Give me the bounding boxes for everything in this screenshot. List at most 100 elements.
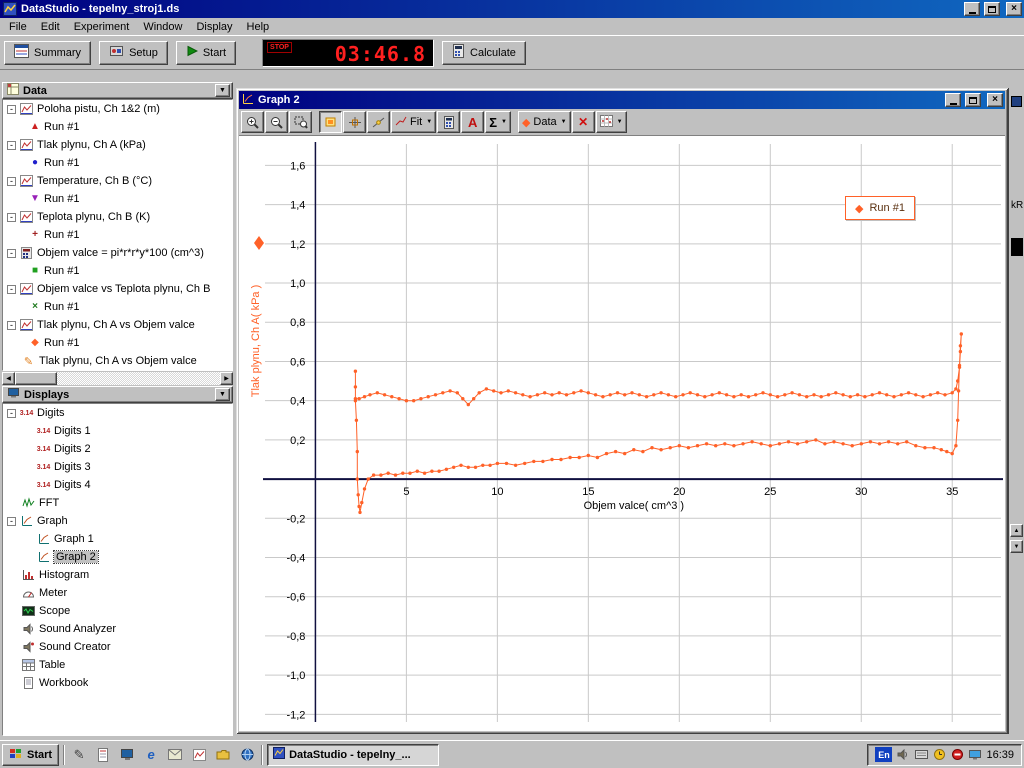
- start-menu-button[interactable]: Start: [2, 744, 59, 766]
- menu-help[interactable]: Help: [240, 19, 277, 35]
- quicklaunch-globe-icon[interactable]: [237, 745, 257, 765]
- display-item[interactable]: 3.14Digits 1: [3, 422, 232, 440]
- minimize-button[interactable]: [964, 2, 980, 16]
- data-highlight-button[interactable]: [319, 111, 342, 133]
- data-item[interactable]: ✎Tlak plynu, Ch A vs Objem valce: [3, 352, 232, 370]
- data-item[interactable]: -Tlak plynu, Ch A vs Objem valce: [3, 316, 232, 334]
- quicklaunch-pencil-icon[interactable]: ✎: [69, 745, 89, 765]
- tray-schedule-icon[interactable]: [932, 748, 946, 762]
- menu-edit[interactable]: Edit: [34, 19, 67, 35]
- run-item[interactable]: ×Run #1: [3, 298, 232, 316]
- data-menu-button[interactable]: ◆ Data ▼: [518, 111, 571, 133]
- menu-file[interactable]: File: [2, 19, 34, 35]
- calculate-button[interactable]: Calculate: [442, 41, 526, 65]
- setup-button[interactable]: Setup: [99, 41, 168, 65]
- close-button[interactable]: ×: [1006, 2, 1022, 16]
- collapse-icon[interactable]: -: [7, 141, 16, 150]
- graph-minimize-button[interactable]: [945, 93, 961, 107]
- scroll-left-icon[interactable]: ◀: [2, 372, 15, 385]
- smart-tool-button[interactable]: [343, 111, 366, 133]
- display-item[interactable]: Workbook: [3, 674, 232, 692]
- zoom-in-button[interactable]: [241, 111, 264, 133]
- collapse-icon[interactable]: -: [7, 213, 16, 222]
- display-item-label: Digits: [37, 407, 65, 419]
- data-item[interactable]: -Tlak plynu, Ch A (kPa): [3, 136, 232, 154]
- graph-maximize-button[interactable]: [965, 93, 981, 107]
- graph-close-button[interactable]: ×: [987, 93, 1003, 107]
- displays-panel-menu-button[interactable]: ▼: [215, 388, 230, 401]
- data-item[interactable]: -Objem valce = pi*r*r*y*100 (cm^3): [3, 244, 232, 262]
- menu-experiment[interactable]: Experiment: [67, 19, 137, 35]
- quicklaunch-browser-icon[interactable]: e: [141, 745, 161, 765]
- display-item[interactable]: -Graph: [3, 512, 232, 530]
- maximize-button[interactable]: [984, 2, 1000, 16]
- display-item[interactable]: Graph 2: [3, 548, 232, 566]
- display-item[interactable]: Sound Analyzer: [3, 620, 232, 638]
- collapse-icon[interactable]: -: [7, 517, 16, 526]
- scroll-up-icon[interactable]: ▲: [1010, 524, 1023, 537]
- collapse-icon[interactable]: -: [7, 321, 16, 330]
- quicklaunch-mail-icon[interactable]: [165, 745, 185, 765]
- display-item[interactable]: Scope: [3, 602, 232, 620]
- quicklaunch-document-icon[interactable]: [93, 745, 113, 765]
- display-item[interactable]: Table: [3, 656, 232, 674]
- scroll-thumb[interactable]: [15, 372, 57, 385]
- quicklaunch-chart-icon[interactable]: [189, 745, 209, 765]
- fit-menu-button[interactable]: Fit ▼: [391, 111, 436, 133]
- menu-window[interactable]: Window: [136, 19, 189, 35]
- data-tree-hscrollbar[interactable]: ◀ ▶: [2, 372, 233, 385]
- collapse-icon[interactable]: -: [7, 249, 16, 258]
- data-item[interactable]: -Objem valce vs Teplota plynu, Ch B: [3, 280, 232, 298]
- data-item[interactable]: -Poloha pistu, Ch 1&2 (m): [3, 100, 232, 118]
- calculate-tool-button[interactable]: [437, 111, 460, 133]
- run-item[interactable]: ▼Run #1: [3, 190, 232, 208]
- data-item[interactable]: -Temperature, Ch B (°C): [3, 172, 232, 190]
- chart-area[interactable]: -1,2-1,0-0,8-0,6-0,4-0,20,20,40,60,81,01…: [239, 135, 1005, 731]
- tray-antivirus-icon[interactable]: [950, 748, 964, 762]
- zoom-select-button[interactable]: [289, 111, 312, 133]
- delete-button[interactable]: ✕: [572, 111, 595, 133]
- summary-button[interactable]: Summary: [4, 41, 91, 65]
- display-item[interactable]: 3.14Digits 2: [3, 440, 232, 458]
- run-item[interactable]: ▲Run #1: [3, 118, 232, 136]
- graph-settings-button[interactable]: ▼: [596, 111, 627, 133]
- statistics-button[interactable]: Σ ▼: [485, 111, 511, 133]
- run-item[interactable]: +Run #1: [3, 226, 232, 244]
- graph-window-titlebar[interactable]: Graph 2 ×: [239, 91, 1005, 109]
- legend[interactable]: ◆ Run #1: [845, 196, 915, 220]
- display-item[interactable]: FFT: [3, 494, 232, 512]
- run-item[interactable]: ◆Run #1: [3, 334, 232, 352]
- text-annotation-button[interactable]: A: [461, 111, 484, 133]
- chart-icon: [19, 103, 34, 115]
- language-indicator[interactable]: En: [875, 747, 892, 762]
- data-item[interactable]: -Teplota plynu, Ch B (K): [3, 208, 232, 226]
- display-item[interactable]: -3.14Digits: [3, 404, 232, 422]
- display-item[interactable]: 3.14Digits 3: [3, 458, 232, 476]
- app-titlebar[interactable]: DataStudio - tepelny_stroj1.ds ×: [0, 0, 1024, 18]
- display-item[interactable]: 3.14Digits 4: [3, 476, 232, 494]
- zoom-out-button[interactable]: [265, 111, 288, 133]
- run-item[interactable]: ■Run #1: [3, 262, 232, 280]
- scroll-down-icon[interactable]: ▼: [1010, 540, 1023, 553]
- display-item[interactable]: Graph 1: [3, 530, 232, 548]
- task-button-datastudio[interactable]: DataStudio - tepelny_...: [267, 744, 439, 766]
- quicklaunch-folder-icon[interactable]: [213, 745, 233, 765]
- data-panel-menu-button[interactable]: ▼: [215, 84, 230, 97]
- tray-keyboard-icon[interactable]: [914, 748, 928, 762]
- menu-display[interactable]: Display: [189, 19, 239, 35]
- collapse-icon[interactable]: -: [7, 409, 16, 418]
- taskbar-clock[interactable]: 16:39: [986, 749, 1014, 761]
- tray-display-icon[interactable]: [968, 748, 982, 762]
- slope-tool-button[interactable]: [367, 111, 390, 133]
- tray-speaker-icon[interactable]: [896, 748, 910, 762]
- collapse-icon[interactable]: -: [7, 105, 16, 114]
- display-item[interactable]: Histogram: [3, 566, 232, 584]
- quicklaunch-monitor-icon[interactable]: [117, 745, 137, 765]
- scroll-right-icon[interactable]: ▶: [220, 372, 233, 385]
- run-item[interactable]: ●Run #1: [3, 154, 232, 172]
- display-item[interactable]: Sound Creator: [3, 638, 232, 656]
- collapse-icon[interactable]: -: [7, 177, 16, 186]
- collapse-icon[interactable]: -: [7, 285, 16, 294]
- start-button[interactable]: Start: [176, 41, 236, 65]
- display-item[interactable]: Meter: [3, 584, 232, 602]
